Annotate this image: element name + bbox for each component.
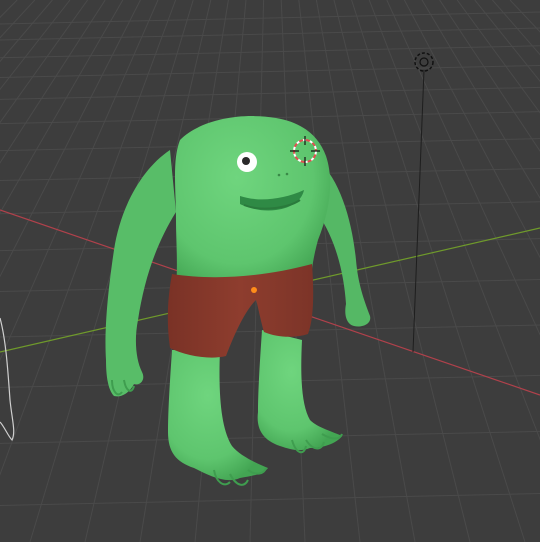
grid-line [0,0,177,476]
grid-line [421,0,540,199]
grid-line [0,0,106,164]
grid-line [474,0,540,82]
grid-line [0,11,540,25]
grid-line [0,45,540,59]
grid-line [315,0,416,542]
origin-point[interactable] [251,287,257,293]
grid-line [0,86,540,100]
right-leg [257,330,342,451]
grid-line [0,0,71,91]
grid-line [0,0,53,63]
grid-line [351,0,526,542]
grid-line [403,0,540,259]
character[interactable] [105,116,371,486]
left-arm [105,150,176,397]
3d-viewport[interactable] [0,0,540,542]
viewport-canvas[interactable] [0,0,540,542]
grid-line [492,0,540,56]
grid-line [509,0,540,33]
grid-line [0,27,540,41]
grid-line [439,0,540,152]
grid-line [368,0,540,441]
eye [237,152,257,172]
grid-line [0,0,89,124]
